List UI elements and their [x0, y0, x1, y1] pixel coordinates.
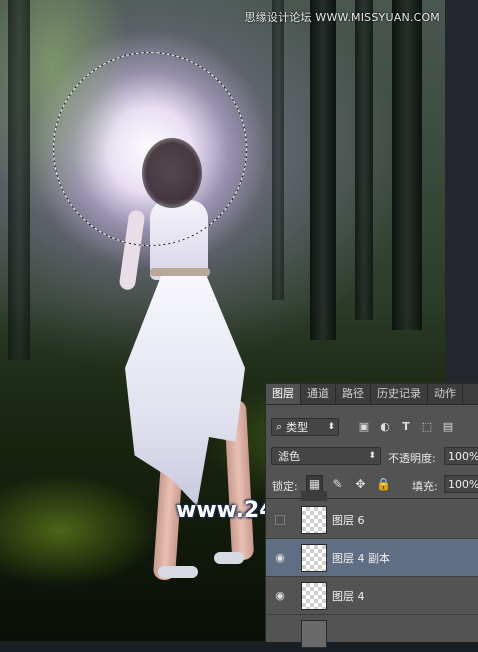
lock-pixels-brush-icon[interactable]: ✎ — [329, 475, 346, 492]
tab-paths[interactable]: 路径 — [336, 384, 371, 404]
chevron-updown-icon: ⬍ — [327, 422, 335, 432]
opacity-input[interactable]: 100% — [444, 447, 478, 465]
lock-position-move-icon[interactable]: ✥ — [352, 475, 369, 492]
lock-transparency-icon[interactable]: ▦ — [306, 475, 323, 492]
tree-trunk — [355, 0, 373, 320]
elliptical-selection-marquee[interactable] — [53, 52, 247, 246]
layer-thumbnail — [301, 543, 327, 572]
visibility-toggle[interactable] — [275, 514, 285, 525]
blend-mode-select[interactable]: 滤色 ⬍ — [271, 447, 381, 465]
opacity-label: 不透明度: — [388, 452, 436, 465]
tree-trunk — [392, 0, 422, 330]
tab-actions[interactable]: 动作 — [428, 384, 463, 404]
figure-belt — [150, 268, 210, 276]
tree-trunk — [310, 0, 336, 340]
lock-all-icon[interactable]: 🔒 — [375, 475, 392, 492]
tab-history[interactable]: 历史记录 — [371, 384, 428, 404]
watermark-top: 思缘设计论坛 WWW.MISSYUAN.COM — [244, 11, 440, 24]
partially-visible-layer — [266, 491, 478, 501]
blend-mode-value: 滤色 — [278, 450, 300, 463]
layer-thumbnail — [301, 505, 327, 534]
layer-row[interactable]: 图层 6 — [266, 501, 478, 539]
filter-kind-select[interactable]: ⌕ 类型 ⬍ — [271, 418, 339, 436]
tab-channels[interactable]: 通道 — [301, 384, 336, 404]
layer-row[interactable]: ◉ 图层 4 — [266, 577, 478, 615]
eye-icon[interactable]: ◉ — [273, 551, 287, 565]
shape-filter-icon[interactable]: ⬚ — [419, 418, 435, 434]
layer-row-selected[interactable]: ◉ 图层 4 副本 — [266, 539, 478, 577]
type-filter-icon[interactable]: T — [398, 418, 414, 434]
adjustment-filter-icon[interactable]: ◐ — [377, 418, 393, 434]
layer-thumbnail — [301, 619, 327, 648]
figure-shoe — [158, 566, 198, 578]
layer-name: 图层 4 — [332, 589, 365, 603]
eye-icon[interactable]: ◉ — [273, 589, 287, 603]
filter-kind-label: 类型 — [286, 421, 309, 434]
tab-layers[interactable]: 图层 — [266, 384, 301, 404]
layer-name: 图层 4 副本 — [332, 551, 390, 565]
filter-row: ⌕ 类型 ⬍ ▣ ◐ T ⬚ ▤ — [266, 415, 478, 439]
blend-row: 滤色 ⬍ 不透明度: 100% — [266, 444, 478, 468]
filter-icons: ▣ ◐ T ⬚ ▤ — [356, 418, 456, 434]
layers-list: 图层 6 ◉ 图层 4 副本 ◉ 图层 4 — [266, 491, 478, 648]
figure-shoe — [214, 552, 244, 564]
chevron-updown-icon: ⬍ — [368, 451, 376, 461]
layers-panel: 图层 通道 路径 历史记录 动作 ⌕ 类型 ⬍ ▣ ◐ T ⬚ ▤ 滤色 ⬍ 不… — [265, 383, 478, 648]
panel-tabs: 图层 通道 路径 历史记录 动作 — [266, 384, 478, 405]
layer-row-partial[interactable] — [266, 615, 478, 652]
layer-name: 图层 6 — [332, 513, 365, 527]
smart-object-filter-icon[interactable]: ▤ — [440, 418, 456, 434]
layer-thumbnail — [301, 581, 327, 610]
lock-icons: ▦ ✎ ✥ 🔒 — [306, 475, 392, 492]
image-filter-icon[interactable]: ▣ — [356, 418, 372, 434]
search-icon: ⌕ — [276, 420, 283, 433]
tree-trunk — [272, 0, 284, 300]
